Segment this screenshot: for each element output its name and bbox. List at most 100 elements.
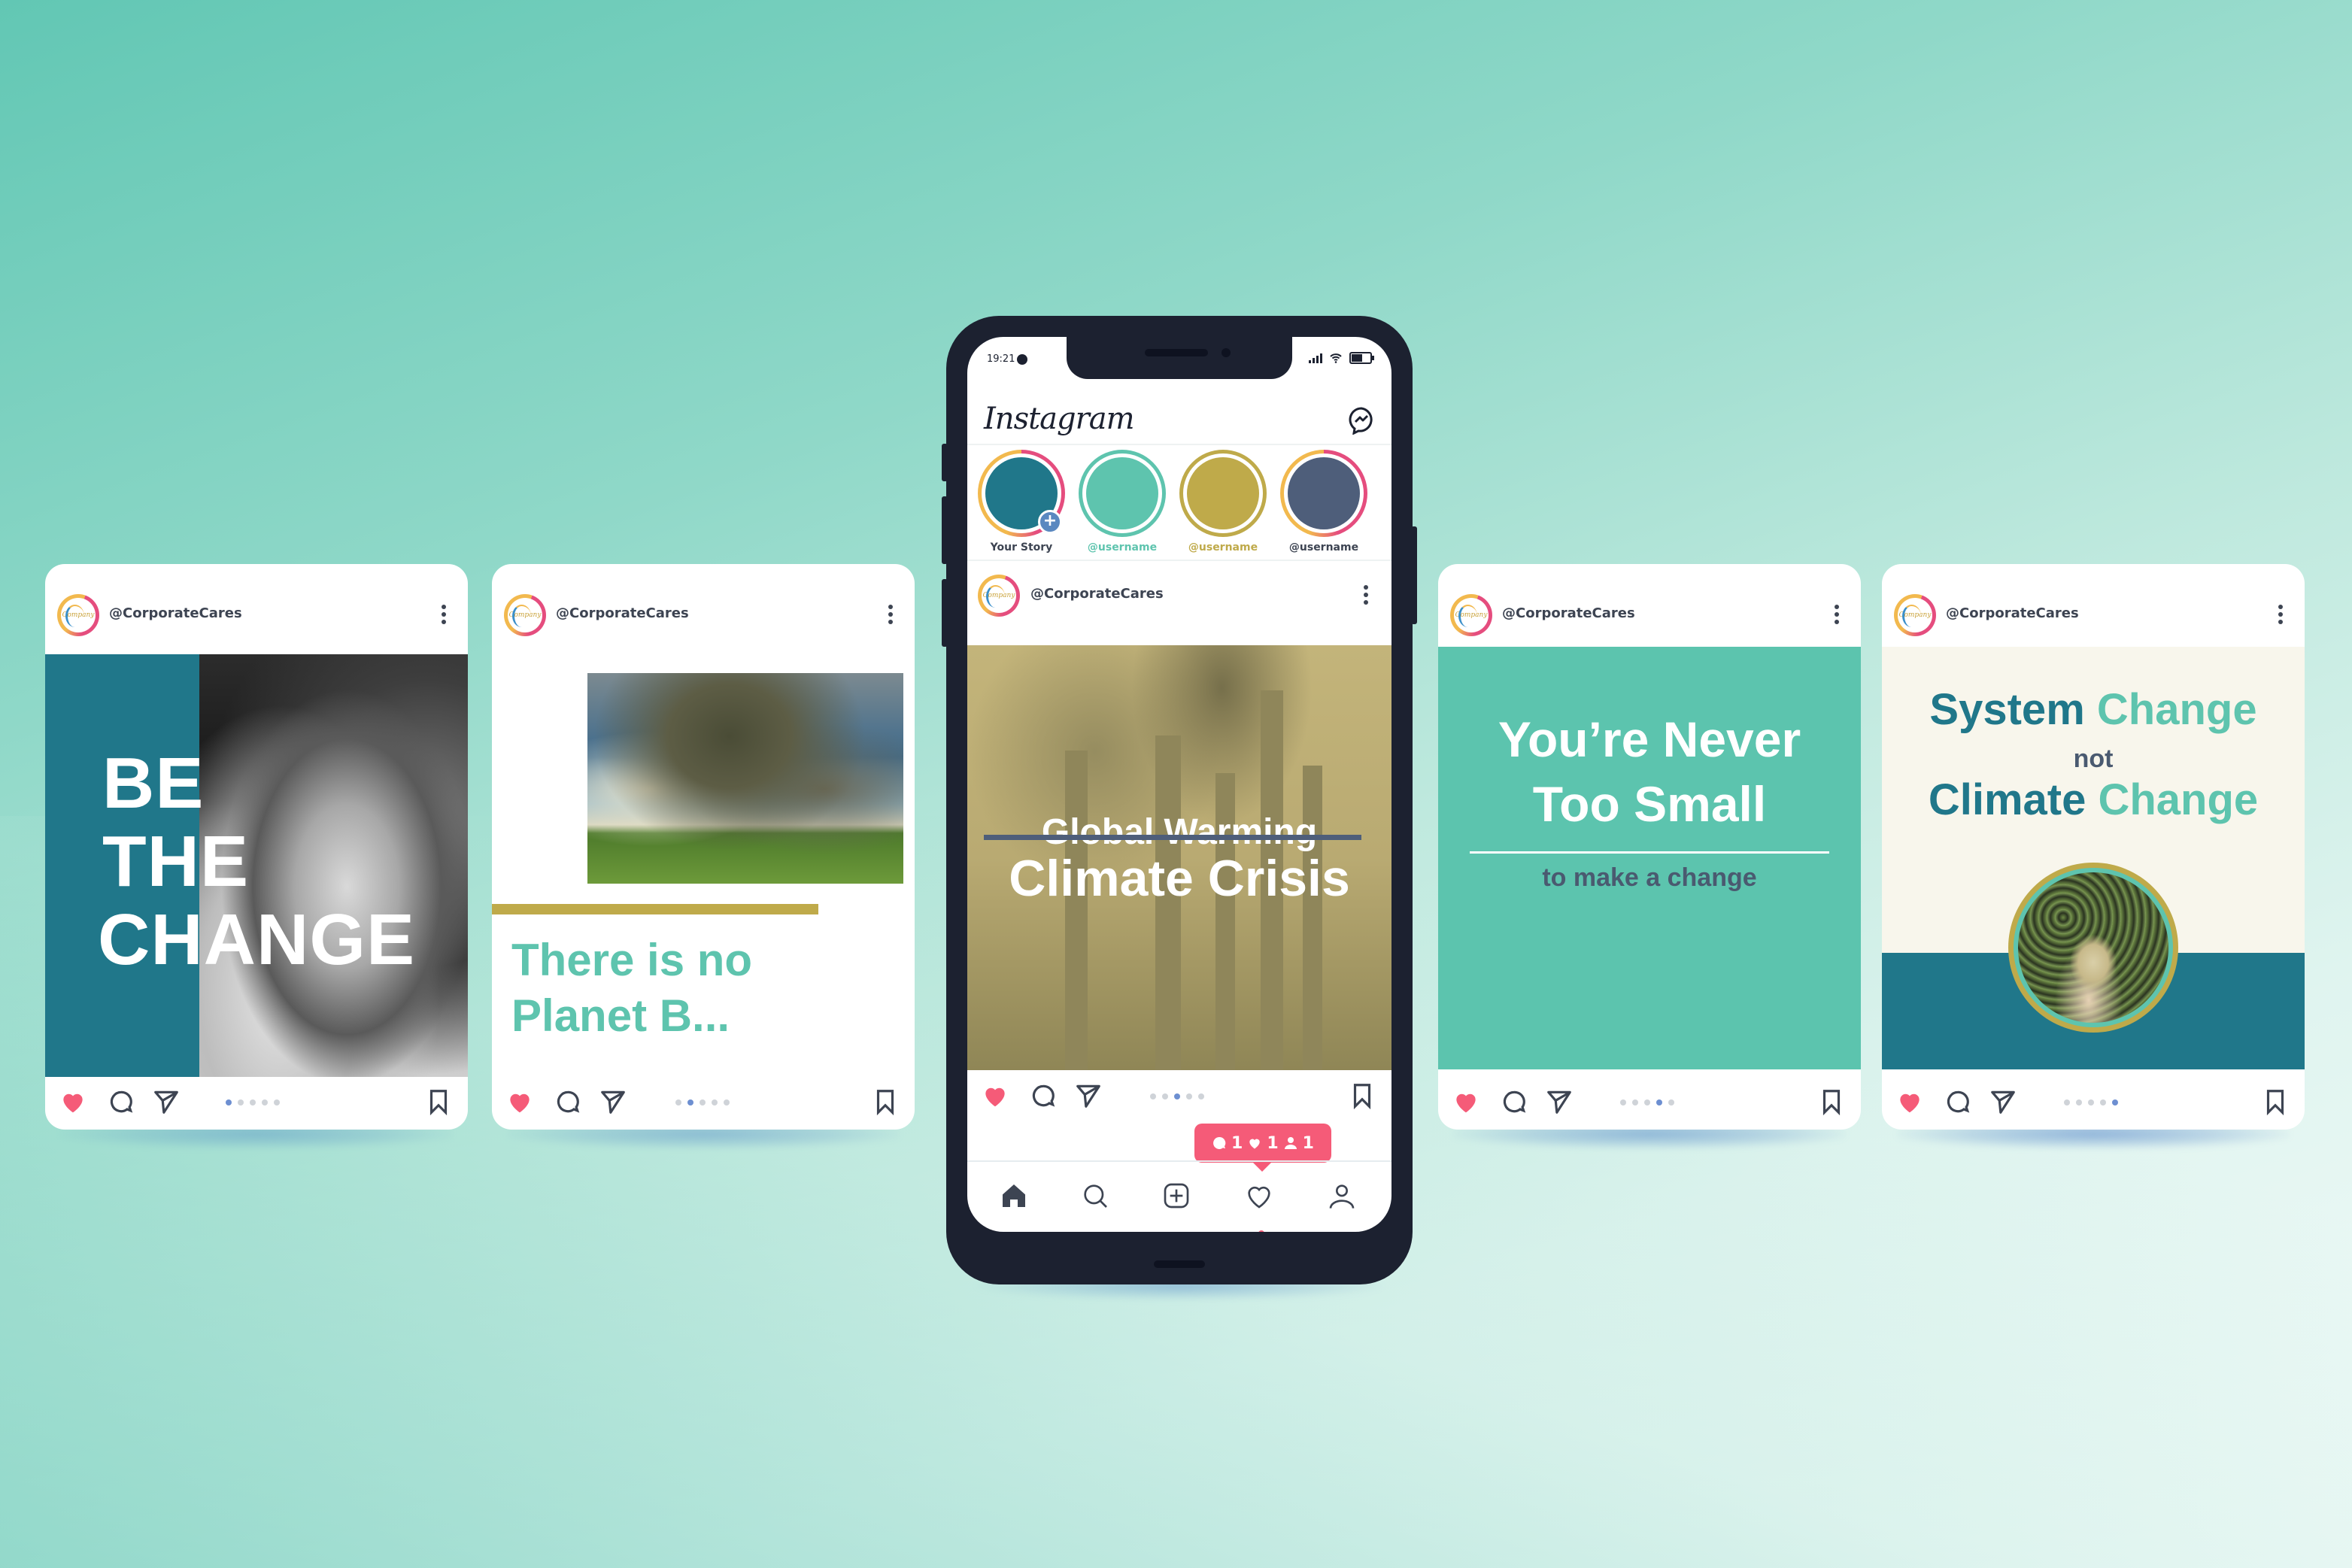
more-options-icon[interactable] — [1834, 605, 1840, 627]
stories-row: + Your Story @username @username @userna… — [967, 442, 1391, 555]
post-subline: to make a change — [1542, 863, 1757, 892]
story-avatar — [1288, 457, 1360, 529]
more-options-icon[interactable] — [1363, 585, 1369, 608]
comment-icon[interactable] — [1029, 1081, 1058, 1110]
divider-line — [1470, 851, 1829, 854]
post-card-no-planet-b: Company @CorporateCares There is no Plan… — [492, 564, 915, 1130]
account-handle[interactable]: @CorporateCares — [109, 605, 242, 621]
activity-heart-icon[interactable] — [1244, 1181, 1274, 1211]
carousel-indicator — [675, 1099, 730, 1105]
like-heart-icon[interactable] — [505, 1087, 534, 1116]
share-send-icon[interactable] — [1074, 1081, 1103, 1110]
bottom-navigation — [967, 1172, 1391, 1232]
search-icon[interactable] — [1080, 1181, 1110, 1211]
carousel-indicator — [226, 1099, 280, 1105]
like-heart-icon[interactable] — [981, 1081, 1009, 1110]
account-avatar[interactable]: Company — [978, 575, 1020, 617]
headline-line-3: Climate Change — [1928, 775, 2259, 824]
seedling-photo — [2008, 863, 2178, 1033]
post-card-be-the-change: Company @CorporateCares BE THE CHANGE — [45, 564, 468, 1130]
post-headline: There is no Planet B... — [511, 935, 753, 1041]
struck-text: Global Warming — [1041, 812, 1318, 852]
like-count-icon — [1249, 1139, 1261, 1149]
account-avatar[interactable]: Company — [1894, 594, 1936, 636]
headline-line-1: System Change — [1929, 685, 2257, 734]
comment-icon[interactable] — [1944, 1087, 1972, 1116]
comment-icon[interactable] — [554, 1087, 582, 1116]
account-handle[interactable]: @CorporateCares — [556, 605, 689, 621]
like-heart-icon[interactable] — [1452, 1087, 1480, 1116]
account-handle[interactable]: @CorporateCares — [1502, 605, 1635, 621]
phone-bottom-speaker — [1154, 1260, 1205, 1268]
more-options-icon[interactable] — [2278, 605, 2284, 627]
follower-count: 1 — [1302, 1133, 1314, 1153]
wifi-icon — [1330, 353, 1342, 363]
profile-icon[interactable] — [1327, 1181, 1357, 1211]
more-options-icon[interactable] — [888, 605, 894, 627]
story-label: @username — [1188, 541, 1258, 554]
story-user-2[interactable]: @username — [1179, 450, 1267, 554]
status-time: 19:21 — [987, 353, 1015, 365]
carousel-indicator — [1150, 1093, 1204, 1099]
post-header: Company @CorporateCares — [492, 564, 915, 651]
status-indicators — [1309, 352, 1374, 364]
post-image[interactable]: System Change not Climate Change — [1882, 647, 2305, 1069]
status-messenger-icon — [1017, 354, 1027, 365]
story-avatar — [1086, 457, 1158, 529]
like-heart-icon[interactable] — [59, 1087, 87, 1116]
activity-notification-bubble[interactable]: 1 1 1 — [1194, 1124, 1331, 1172]
phone-power-button — [1411, 526, 1417, 624]
add-post-icon[interactable] — [1161, 1181, 1191, 1211]
share-send-icon[interactable] — [599, 1087, 627, 1116]
post-header: Company @CorporateCares — [1438, 564, 1861, 651]
comment-count: 1 — [1231, 1133, 1243, 1153]
headline-line-2: not — [2073, 745, 2114, 773]
phone-mockup: 19:21 Instagram + Your Story @username @… — [942, 316, 1417, 1284]
like-heart-icon[interactable] — [1895, 1087, 1924, 1116]
strikethrough-line — [984, 835, 1361, 840]
story-user-1[interactable]: @username — [1079, 450, 1166, 554]
story-your-story[interactable]: + Your Story — [978, 450, 1065, 554]
home-icon[interactable] — [999, 1181, 1029, 1211]
instagram-screen: 19:21 Instagram + Your Story @username @… — [967, 337, 1391, 1232]
post-actions — [492, 1078, 915, 1130]
phone-volume-up — [942, 496, 948, 564]
carousel-indicator — [2064, 1099, 2118, 1105]
account-handle[interactable]: @CorporateCares — [1030, 586, 1164, 602]
comment-icon[interactable] — [1500, 1087, 1528, 1116]
post-image[interactable]: BE THE CHANGE — [45, 654, 468, 1077]
messenger-icon[interactable] — [1346, 405, 1376, 435]
account-handle[interactable]: @CorporateCares — [1946, 605, 2079, 621]
post-image[interactable]: Global Warming Climate Crisis — [967, 645, 1391, 1070]
account-avatar[interactable]: Company — [57, 594, 99, 636]
bookmark-icon[interactable] — [871, 1087, 900, 1116]
more-options-icon[interactable] — [441, 605, 447, 627]
share-send-icon[interactable] — [1545, 1087, 1574, 1116]
follower-count-icon — [1284, 1137, 1297, 1149]
post-actions — [1882, 1078, 2305, 1130]
post-image[interactable]: There is no Planet B... — [492, 654, 915, 1077]
nav-divider — [967, 1160, 1391, 1162]
bookmark-icon[interactable] — [1817, 1087, 1846, 1116]
add-story-icon[interactable]: + — [1038, 510, 1062, 534]
story-user-3[interactable]: @username — [1280, 450, 1367, 554]
story-label: @username — [1087, 541, 1158, 554]
stories-divider — [967, 560, 1391, 561]
activity-indicator-dot — [1258, 1230, 1264, 1232]
comment-icon[interactable] — [107, 1087, 135, 1116]
signal-icon — [1309, 353, 1322, 363]
story-label: @username — [1288, 541, 1359, 554]
share-send-icon[interactable] — [1989, 1087, 2017, 1116]
bookmark-icon[interactable] — [1348, 1081, 1376, 1110]
account-avatar[interactable]: Company — [1450, 594, 1492, 636]
power-plant-photo — [587, 673, 903, 884]
carousel-indicator — [1620, 1099, 1674, 1105]
bookmark-icon[interactable] — [2261, 1087, 2290, 1116]
post-actions — [1438, 1078, 1861, 1130]
share-send-icon[interactable] — [152, 1087, 181, 1116]
post-card-system-change: Company @CorporateCares System Change no… — [1882, 564, 2305, 1130]
account-avatar[interactable]: Company — [504, 594, 546, 636]
post-headline: BE THE CHANGE — [98, 743, 416, 980]
post-image[interactable]: You’re Never Too Small to make a change — [1438, 647, 1861, 1069]
bookmark-icon[interactable] — [424, 1087, 453, 1116]
